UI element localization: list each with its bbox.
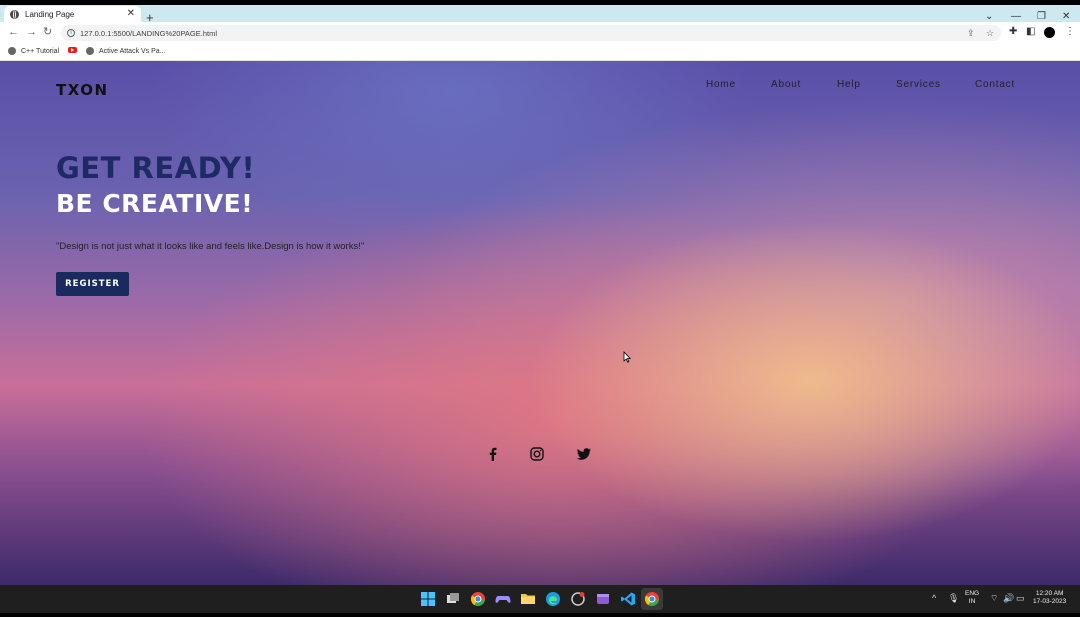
forward-icon[interactable]: → xyxy=(26,26,37,38)
nav-link-about[interactable]: About xyxy=(771,79,801,90)
file-explorer-icon[interactable] xyxy=(520,591,536,607)
star-icon[interactable]: ☆ xyxy=(986,28,994,38)
facebook-icon[interactable] xyxy=(485,446,501,462)
tab-title: Landing Page xyxy=(25,9,75,19)
chrome-icon[interactable] xyxy=(470,591,486,607)
register-button[interactable]: REGISTER xyxy=(56,272,129,296)
instagram-icon[interactable] xyxy=(529,446,545,462)
hero-quote: "Design is not just what it looks like a… xyxy=(56,241,365,252)
taskbar: ^ 🎙 ENG IN ⌔ 🔊 ▭ 12:20 AM 17-03-2023 xyxy=(0,585,1080,613)
volume-icon[interactable]: 🔊 xyxy=(1003,593,1014,603)
extensions-icon[interactable]: ✚ xyxy=(1009,27,1017,37)
landing-page: TXON Home About Help Services Contact GE… xyxy=(0,61,1080,585)
region-code: IN xyxy=(968,598,976,605)
tray-chevron-icon[interactable]: ^ xyxy=(932,593,936,603)
language-code: ENG xyxy=(965,590,980,597)
mouse-cursor-icon xyxy=(623,350,632,368)
bookmark-item[interactable]: C++ Tutorial xyxy=(8,47,59,55)
close-tab-icon[interactable]: ✕ xyxy=(127,8,135,19)
microphone-icon[interactable]: 🎙 xyxy=(948,593,959,603)
url-text: 127.0.0.1:5500/LANDING%20PAGE.html xyxy=(80,28,218,38)
youtube-icon xyxy=(68,47,77,53)
task-view-icon[interactable] xyxy=(445,591,461,607)
browser-tab[interactable]: Landing Page ✕ xyxy=(4,6,141,22)
bookmark-favicon-icon xyxy=(86,47,94,55)
bookmark-label: C++ Tutorial xyxy=(21,47,60,55)
back-icon[interactable]: ← xyxy=(8,26,19,38)
reload-icon[interactable]: ↻ xyxy=(43,26,52,38)
vscode-icon[interactable] xyxy=(620,591,636,607)
browser-toolbar: ← → ↻ i 127.0.0.1:5500/LANDING%20PAGE.ht… xyxy=(0,22,1080,43)
nav-link-services[interactable]: Services xyxy=(896,79,941,90)
site-logo[interactable]: TXON xyxy=(56,81,109,99)
bookmark-label: Active Attack Vs Pa... xyxy=(99,47,166,55)
side-panel-icon[interactable]: ◧ xyxy=(1026,27,1035,37)
start-icon[interactable] xyxy=(420,591,436,607)
language-indicator[interactable]: ENG IN xyxy=(965,590,979,606)
hero-heading-primary: GET READY! xyxy=(56,151,256,185)
screen-bottom-border xyxy=(0,613,1080,617)
profile-avatar[interactable] xyxy=(1044,27,1055,38)
info-icon[interactable]: i xyxy=(67,29,75,37)
globe-icon xyxy=(10,9,19,19)
menu-icon[interactable]: ⋮ xyxy=(1065,27,1075,37)
nav-link-home[interactable]: Home xyxy=(706,79,736,90)
nav-link-contact[interactable]: Contact xyxy=(975,79,1015,90)
address-bar[interactable]: i 127.0.0.1:5500/LANDING%20PAGE.html ⇪ ☆ xyxy=(61,25,1001,41)
video-editor-icon[interactable] xyxy=(595,591,611,607)
bookmarks-bar: C++ Tutorial Active Attack Vs Pa... xyxy=(0,43,1080,61)
youtube-bookmark[interactable] xyxy=(68,47,83,53)
clock-time: 12:20 AM xyxy=(1035,590,1064,597)
battery-icon[interactable]: ▭ xyxy=(1016,593,1025,603)
share-icon[interactable]: ⇪ xyxy=(967,28,975,38)
tab-strip: Landing Page ✕ + ⌄ — ❐ ✕ xyxy=(0,5,1080,24)
bookmark-favicon-icon xyxy=(8,47,16,55)
clock-date: 17-03-2023 xyxy=(1033,598,1067,605)
app-icon[interactable] xyxy=(570,591,586,607)
bookmark-item[interactable]: Active Attack Vs Pa... xyxy=(86,47,166,55)
chrome-active-icon[interactable] xyxy=(644,591,660,607)
edge-icon[interactable] xyxy=(545,591,561,607)
twitter-icon[interactable] xyxy=(576,446,592,462)
system-clock[interactable]: 12:20 AM 17-03-2023 xyxy=(1033,590,1066,606)
hero-heading-secondary: BE CREATIVE! xyxy=(56,189,254,218)
wifi-icon[interactable]: ⌔ xyxy=(990,593,998,603)
gamepad-icon[interactable] xyxy=(495,591,511,607)
nav-link-help[interactable]: Help xyxy=(837,79,861,90)
